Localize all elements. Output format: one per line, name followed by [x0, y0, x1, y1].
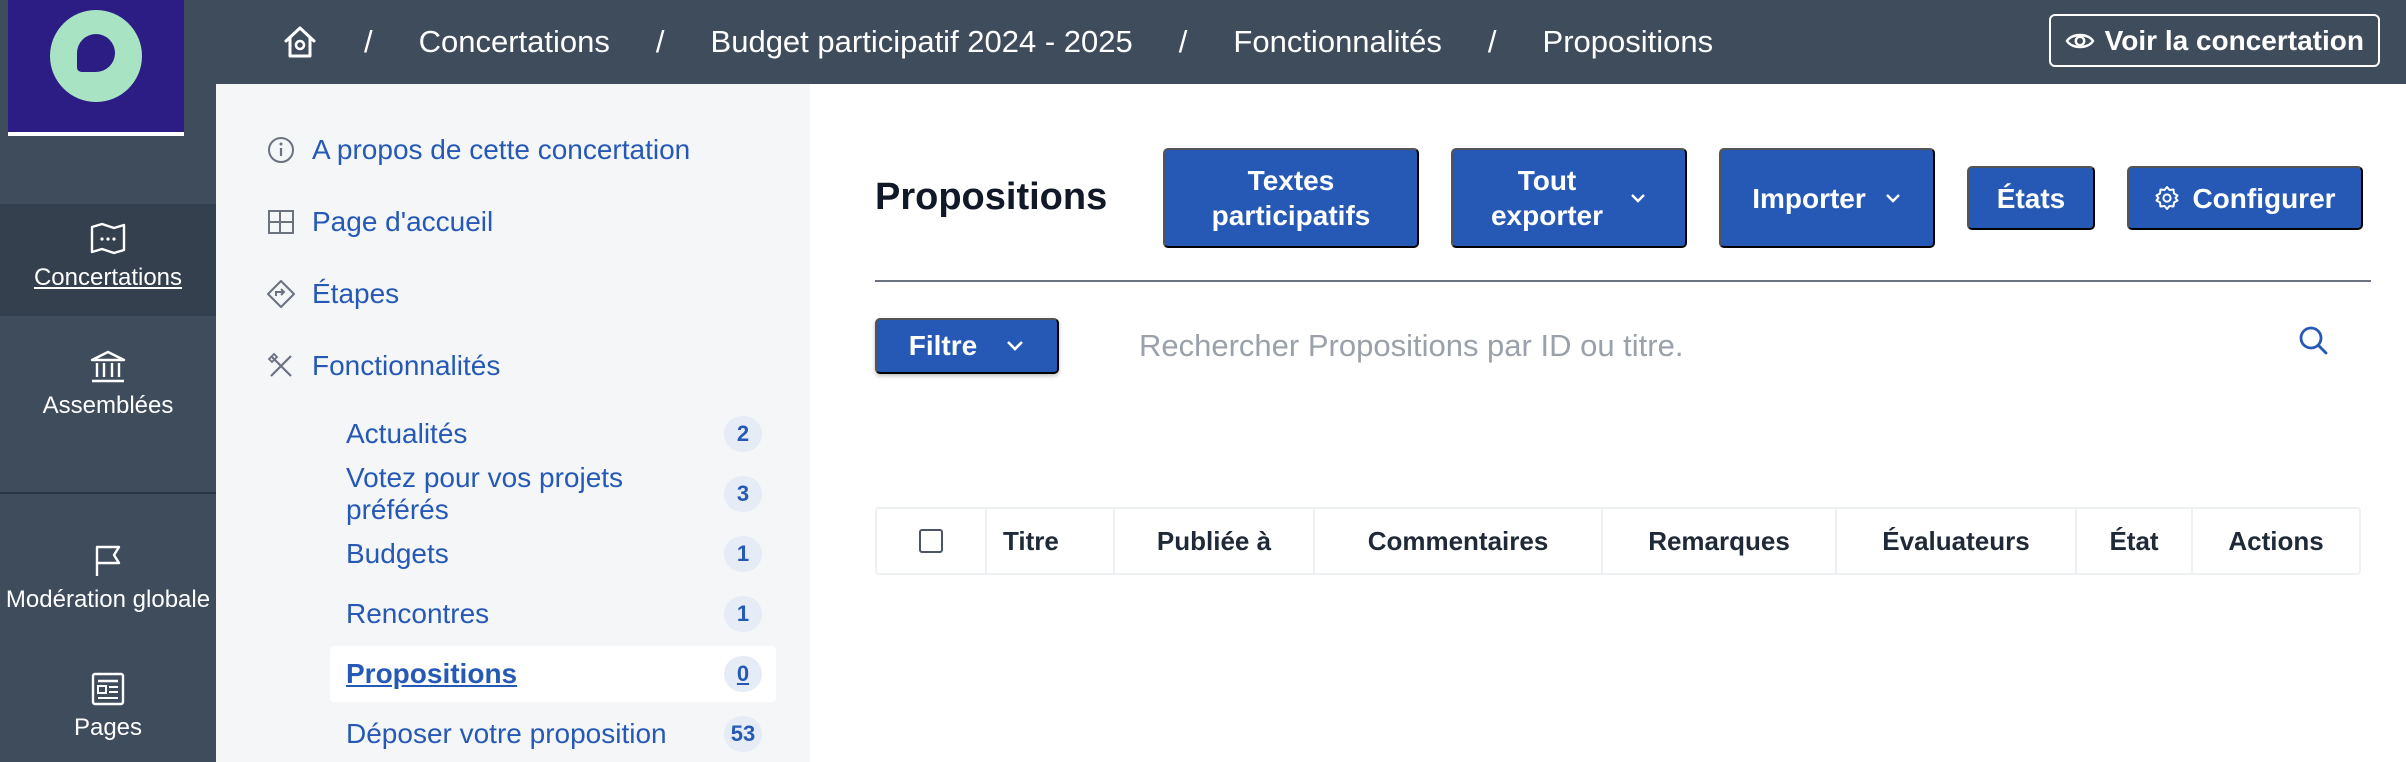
button-label: États — [1996, 182, 2066, 214]
component-item-votez[interactable]: Votez pour vos projets préférés 3 — [330, 462, 776, 525]
rail-item-label: Concertations — [33, 264, 183, 291]
component-item-rencontres[interactable]: Rencontres 1 — [330, 589, 776, 639]
column-header-etat[interactable]: État — [2077, 509, 2193, 573]
secondary-nav: A propos de cette concertation Page d'ac… — [216, 84, 810, 762]
count-badge: 53 — [724, 716, 762, 752]
button-label-line: Tout — [1517, 165, 1577, 196]
gear-icon — [2155, 186, 2179, 210]
count-badge: 1 — [724, 596, 762, 632]
tools-icon — [267, 352, 292, 377]
title-divider — [875, 280, 2371, 282]
subnav-item-label: Page d'accueil — [312, 206, 494, 237]
subnav-item-label: Fonctionnalités — [312, 350, 501, 381]
button-label-line: exporter — [1490, 200, 1604, 231]
eye-icon — [2065, 33, 2095, 48]
speech-bubble-icon — [50, 10, 142, 102]
breadcrumb-item-budget[interactable]: Budget participatif 2024 - 2025 — [711, 24, 1133, 60]
component-label: Budgets — [346, 538, 449, 569]
component-item-actualites[interactable]: Actualités 2 — [330, 409, 776, 459]
rail-item-assemblees[interactable]: Assemblées — [0, 350, 216, 450]
subnav-item-page-accueil[interactable]: Page d'accueil — [266, 206, 493, 238]
rail-item-concertations[interactable]: Concertations — [0, 204, 216, 316]
button-label-line: Textes — [1247, 165, 1335, 196]
top-bar: / Concertations / Budget participatif 20… — [216, 0, 2406, 84]
subnav-item-fonctionnalites[interactable]: Fonctionnalités — [266, 350, 500, 382]
filter-button[interactable]: Filtre — [875, 318, 1059, 374]
column-header-titre[interactable]: Titre — [987, 509, 1115, 573]
component-label: Actualités — [346, 418, 468, 449]
breadcrumb-item-concertations[interactable]: Concertations — [419, 24, 610, 60]
column-header-remarques[interactable]: Remarques — [1603, 509, 1837, 573]
column-header-publiee[interactable]: Publiée à — [1115, 509, 1315, 573]
layout-icon — [268, 210, 294, 234]
column-header-actions: Actions — [2228, 525, 2324, 556]
home-icon[interactable] — [282, 24, 318, 60]
rail-item-pages[interactable]: Pages — [0, 672, 216, 762]
chevron-down-icon — [1007, 341, 1024, 351]
subnav-item-etapes[interactable]: Étapes — [266, 278, 399, 310]
rail-item-moderation-globale[interactable]: Modération globale — [0, 544, 216, 644]
count-badge: 0 — [724, 656, 762, 692]
count-badge: 3 — [724, 476, 762, 512]
textes-participatifs-button[interactable]: Textes participatifs — [1163, 148, 1419, 248]
count-badge: 1 — [724, 536, 762, 572]
etats-button[interactable]: États — [1967, 166, 2095, 230]
select-all-cell — [877, 509, 987, 573]
main-content: Propositions Textes participatifs Tout e… — [810, 84, 2406, 762]
component-item-deposer[interactable]: Déposer votre proposition 53 — [330, 709, 776, 759]
component-label: Propositions — [346, 658, 518, 689]
page-title: Propositions — [875, 176, 1108, 218]
admin-rail: Concertations Assemblées Modération glob… — [0, 0, 216, 762]
organization-logo[interactable] — [8, 0, 184, 136]
component-item-budgets[interactable]: Budgets 1 — [330, 529, 776, 579]
importer-button[interactable]: Importer — [1719, 148, 1935, 248]
rail-divider — [0, 492, 216, 494]
rail-item-label: Assemblées — [42, 392, 174, 419]
rail-item-label: Modération globale — [5, 586, 211, 613]
breadcrumb-separator: / — [655, 24, 665, 59]
button-label: Importer — [1752, 182, 1866, 214]
button-label: Configurer — [2192, 182, 2336, 214]
breadcrumb-item-fonctionnalites[interactable]: Fonctionnalités — [1233, 24, 1442, 60]
configurer-button[interactable]: Configurer — [2127, 166, 2363, 230]
info-icon — [268, 137, 294, 163]
flag-icon — [95, 545, 121, 576]
search-input[interactable] — [1139, 318, 2309, 374]
search-icon[interactable] — [2297, 324, 2331, 358]
breadcrumb-separator: / — [1487, 24, 1497, 59]
subnav-item-label: Étapes — [312, 278, 400, 309]
column-header-evaluateurs[interactable]: Évaluateurs — [1837, 509, 2077, 573]
count-badge: 2 — [724, 416, 762, 452]
component-item-propositions[interactable]: Propositions 0 — [330, 646, 776, 702]
button-label-line: participatifs — [1211, 200, 1371, 231]
filter-label: Filtre — [908, 330, 978, 361]
map-icon — [90, 222, 126, 255]
rail-item-label: Pages — [73, 714, 143, 741]
breadcrumb-separator: / — [364, 24, 373, 59]
component-label: Déposer votre proposition — [346, 718, 667, 749]
subnav-item-label: A propos de cette concertation — [312, 134, 691, 165]
view-concertation-label: Voir la concertation — [2104, 24, 2364, 56]
tout-exporter-button[interactable]: Tout exporter — [1451, 148, 1687, 248]
component-label: Rencontres — [346, 598, 490, 629]
select-all-checkbox[interactable] — [919, 529, 943, 553]
subnav-item-a-propos[interactable]: A propos de cette concertation — [266, 134, 690, 166]
breadcrumb-item-propositions[interactable]: Propositions — [1543, 24, 1714, 60]
breadcrumb-separator: / — [1178, 24, 1188, 59]
chevron-down-icon — [1631, 194, 1645, 203]
view-concertation-button[interactable]: Voir la concertation — [2048, 14, 2380, 67]
steps-icon — [267, 280, 295, 308]
component-label: Votez pour vos projets préférés — [346, 462, 624, 525]
chevron-down-icon — [1885, 194, 1900, 203]
breadcrumb: / Concertations / Budget participatif 20… — [282, 0, 1713, 84]
column-header-commentaires[interactable]: Commentaires — [1315, 509, 1603, 573]
page-icon — [91, 672, 125, 706]
institution-icon — [90, 350, 126, 383]
propositions-table-header: Titre Publiée à Commentaires Remarques É… — [875, 507, 2361, 575]
